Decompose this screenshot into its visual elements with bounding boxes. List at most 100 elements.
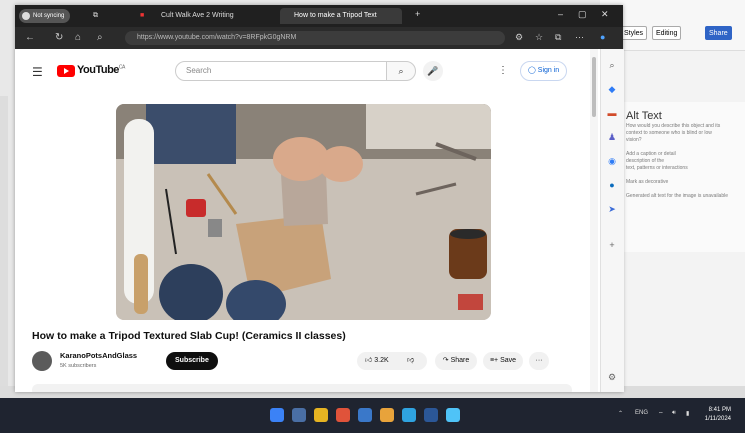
thumbs-up-icon: 👍︎ [365, 357, 373, 364]
chrome-icon[interactable] [380, 408, 394, 422]
sidebar-shopping-icon[interactable]: ◆ [606, 83, 618, 95]
alt-text-line: context to someone who is blind or low [626, 130, 712, 136]
channel-avatar[interactable] [32, 351, 52, 371]
search-button[interactable]: ⌕ [386, 61, 416, 81]
tab-actions-icon[interactable]: ⧉ [93, 8, 105, 24]
store-icon[interactable] [336, 408, 350, 422]
tray-expand-icon[interactable]: ⌃ [618, 410, 623, 417]
like-button[interactable]: 👍︎ 3.2K 👎︎ [357, 352, 427, 370]
edge-sidebar: ⌕ ◆ ▬ ♟ ◉ ● ➤ + ⚙ [600, 49, 624, 392]
home-icon[interactable]: ⌂ [75, 32, 81, 44]
youtube-play-icon [57, 65, 75, 77]
copilot-icon[interactable]: ● [600, 32, 605, 42]
youtube-page: ☰ YouTubeCA Search ⌕ 🎤 ⋮ ◯ Sign in How t… [15, 49, 600, 392]
clock-date: 1/11/2024 [704, 416, 731, 422]
maximize-icon[interactable]: ▢ [578, 9, 587, 20]
word-icon[interactable] [424, 408, 438, 422]
scroll-thumb[interactable] [592, 57, 596, 117]
start-icon[interactable] [270, 408, 284, 422]
back-icon[interactable]: ← [25, 32, 35, 44]
share-label: Share [450, 357, 470, 364]
alt-text-line [626, 186, 739, 192]
alt-text-line: description of the [626, 158, 665, 164]
sidebar-tools-icon[interactable]: ▬ [606, 107, 618, 119]
clock-time: 8:41 PM [708, 407, 731, 413]
editing-button[interactable]: Editing [652, 26, 682, 40]
refresh-icon[interactable]: ↻ [55, 32, 63, 44]
share-icon: ↷ [442, 357, 449, 364]
save-icon: ≡+ [489, 357, 499, 364]
share-button[interactable]: ↷ Share [435, 352, 477, 370]
page-scrollbar[interactable] [590, 49, 598, 392]
alt-text-title: Alt Text [626, 110, 662, 122]
channel-name[interactable]: KaranoPotsAndGlass [60, 351, 137, 360]
browser-window: Not syncing ⧉ ■ Cult Walk Ave 2 Writing … [15, 5, 624, 392]
alt-text-line: Add a caption or detail [626, 151, 676, 157]
settings-menu-icon[interactable]: ⋮ [498, 65, 508, 76]
clock[interactable]: 8:41 PM 1/11/2024 [705, 406, 731, 424]
file-explorer-icon[interactable] [314, 408, 328, 422]
subscribe-button[interactable]: Subscribe [166, 352, 218, 370]
save-label: Save [500, 357, 517, 364]
close-icon[interactable]: ✕ [601, 9, 609, 20]
search-input[interactable]: Search [175, 61, 387, 81]
tab-video[interactable]: How to make a Tripod Text [280, 8, 402, 24]
wifi-icon[interactable]: ⌔ [658, 410, 664, 418]
region-code: CA [118, 64, 125, 71]
subscriber-count: 5K subscribers [60, 363, 97, 369]
edge-icon[interactable] [402, 408, 416, 422]
thumbs-down-icon[interactable]: 👎︎ [407, 352, 414, 370]
voice-search-icon[interactable]: 🎤 [423, 61, 443, 81]
sidebar-settings-icon[interactable]: ⚙ [606, 371, 618, 383]
sidebar-outlook-icon[interactable]: ● [606, 179, 618, 191]
tab-writing[interactable]: Cult Walk Ave 2 Writing [157, 8, 279, 24]
tab-bar: Not syncing ⧉ ■ Cult Walk Ave 2 Writing … [15, 5, 623, 27]
sidebar-search-icon[interactable]: ⌕ [606, 59, 618, 71]
hamburger-menu-icon[interactable]: ☰ [32, 65, 43, 79]
extensions-icon[interactable]: ⚙ [515, 32, 523, 43]
search-icon[interactable]: ⌕ [97, 32, 103, 44]
alt-text-line: text, patterns or interactions [626, 165, 688, 171]
share-button[interactable]: Share [705, 26, 732, 40]
task-view-icon[interactable] [292, 408, 306, 422]
windows-taskbar: ⌃ ENG ⌔ 🔊︎ ▮ 8:41 PM 1/11/2024 [0, 398, 745, 433]
alt-text-line [626, 144, 739, 150]
video-title: How to make a Tripod Textured Slab Cup! … [32, 330, 346, 342]
alt-text-panel: Alt Text How would you describe this obj… [620, 102, 745, 252]
collections-icon[interactable]: ⧉ [555, 32, 561, 43]
favorites-icon[interactable]: ☆ [535, 32, 543, 43]
alt-text-line: How would you describe this object and i… [626, 123, 721, 129]
more-actions-button[interactable]: ··· [529, 352, 549, 370]
styles-button[interactable]: Styles [620, 26, 648, 40]
youtube-logo-text: YouTube [77, 64, 119, 76]
video-frame [116, 104, 491, 320]
description-box[interactable] [32, 384, 572, 392]
sidebar-telegram-icon[interactable]: ➤ [606, 203, 618, 215]
profile-badge[interactable]: Not syncing [19, 9, 71, 23]
battery-icon[interactable]: ▮ [686, 410, 689, 417]
sidebar-add-icon[interactable]: + [606, 239, 618, 251]
video-player[interactable] [116, 104, 491, 320]
new-tab-icon[interactable]: + [415, 9, 420, 19]
more-icon[interactable]: ⋯ [575, 32, 584, 43]
photos-icon[interactable] [446, 408, 460, 422]
alt-text-line [626, 172, 739, 178]
sign-in-button[interactable]: ◯ Sign in [520, 61, 568, 81]
alt-text-line: vision? [626, 137, 642, 143]
volume-icon[interactable]: 🔊︎ [672, 410, 676, 417]
search-icon: ⌕ [398, 66, 404, 76]
minimize-icon[interactable]: – [558, 9, 563, 19]
like-count: 3.2K [374, 357, 389, 364]
sidebar-office-icon[interactable]: ◉ [606, 155, 618, 167]
alt-text-line: Mark as decorative [626, 179, 669, 185]
save-button[interactable]: ≡+ Save [483, 352, 523, 370]
language-indicator[interactable]: ENG [635, 410, 648, 416]
sign-in-label: Sign in [537, 67, 560, 74]
address-toolbar: ← ↻ ⌂ ⌕ https://www.youtube.com/watch?v=… [15, 27, 623, 49]
tab-youtube-icon[interactable]: ■ [140, 8, 152, 24]
alt-text-line: Generated alt text for the image is unav… [626, 193, 729, 199]
vertical-ruler [0, 96, 8, 396]
url-input[interactable]: https://www.youtube.com/watch?v=8RFpkG0g… [125, 31, 505, 45]
mail-icon[interactable] [358, 408, 372, 422]
sidebar-games-icon[interactable]: ♟ [606, 131, 618, 143]
